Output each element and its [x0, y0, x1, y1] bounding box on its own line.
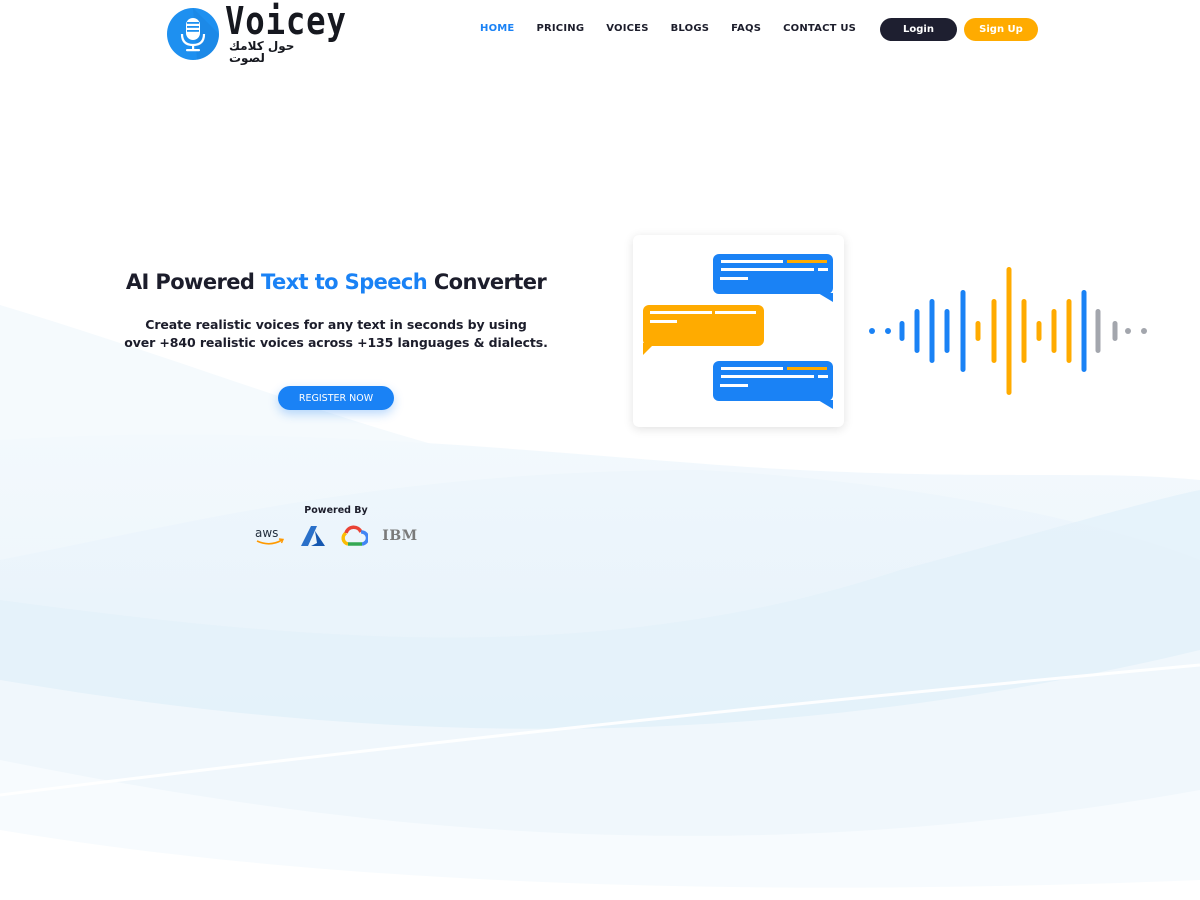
wave-bar: [914, 309, 920, 353]
powered-by-section: Powered By aws IBM: [250, 505, 422, 548]
wave-bar: [1066, 299, 1072, 363]
google-cloud-logo-icon: [340, 524, 369, 548]
hero-title-part1: AI Powered: [125, 270, 262, 294]
wave-bar: [885, 328, 891, 334]
brand-name: Voicey: [225, 0, 347, 43]
wave-bar: [960, 290, 966, 372]
register-now-button[interactable]: REGISTER NOW: [278, 386, 394, 410]
main-nav: HOME PRICING VOICES BLOGS FAQS CONTACT U…: [480, 23, 878, 34]
signup-button[interactable]: Sign Up: [964, 18, 1038, 41]
svg-text:aws: aws: [255, 526, 278, 540]
login-button[interactable]: Login: [880, 18, 957, 41]
wave-bar: [1021, 299, 1027, 363]
hero-title-highlight: Text to Speech: [261, 270, 428, 294]
wave-bar: [975, 321, 981, 341]
wave-bar: [1051, 309, 1057, 353]
brand-logo[interactable]: Voicey حول كلامك لصوت: [167, 0, 368, 65]
hero-subtitle: Create realistic voices for any text in …: [120, 316, 552, 352]
chat-bubbles-illustration: [633, 235, 844, 427]
brand-tagline: حول كلامك لصوت: [229, 39, 295, 65]
wave-bar: [929, 299, 935, 363]
powered-by-label: Powered By: [304, 505, 368, 516]
wave-bar: [1095, 309, 1101, 353]
aws-logo-icon: aws: [254, 524, 286, 548]
background-waves: [0, 305, 1200, 900]
wave-bar: [1081, 290, 1087, 372]
hero-subtitle-line1: Create realistic voices for any text in …: [145, 317, 527, 332]
wave-bar: [869, 328, 875, 334]
ibm-logo-icon: IBM: [382, 528, 418, 544]
hero-section: AI Powered Text to Speech Converter Crea…: [120, 270, 552, 410]
site-header: Voicey حول كلامك لصوت HOME PRICING VOICE…: [0, 0, 1200, 64]
hero-title-part2: Converter: [427, 270, 547, 294]
wave-bar: [991, 299, 997, 363]
wave-bar: [944, 309, 950, 353]
wave-bar: [1112, 321, 1118, 341]
hero-title: AI Powered Text to Speech Converter: [120, 270, 552, 294]
wave-bar: [1141, 328, 1147, 334]
nav-blogs[interactable]: BLOGS: [671, 23, 710, 34]
nav-pricing[interactable]: PRICING: [536, 23, 584, 34]
microphone-icon: [167, 8, 219, 60]
wave-bar: [899, 321, 905, 341]
azure-logo-icon: [300, 524, 326, 548]
wave-bar: [1036, 321, 1042, 341]
nav-home[interactable]: HOME: [480, 23, 514, 34]
wave-bar: [1125, 328, 1131, 334]
hero-subtitle-line2: over +840 realistic voices across +135 l…: [124, 335, 548, 350]
nav-voices[interactable]: VOICES: [606, 23, 648, 34]
sound-wave-illustration: [869, 267, 1147, 395]
provider-logos: aws IBM: [250, 524, 422, 548]
nav-faqs[interactable]: FAQS: [731, 23, 761, 34]
wave-bar: [1006, 267, 1012, 395]
nav-contact-us[interactable]: CONTACT US: [783, 23, 856, 34]
